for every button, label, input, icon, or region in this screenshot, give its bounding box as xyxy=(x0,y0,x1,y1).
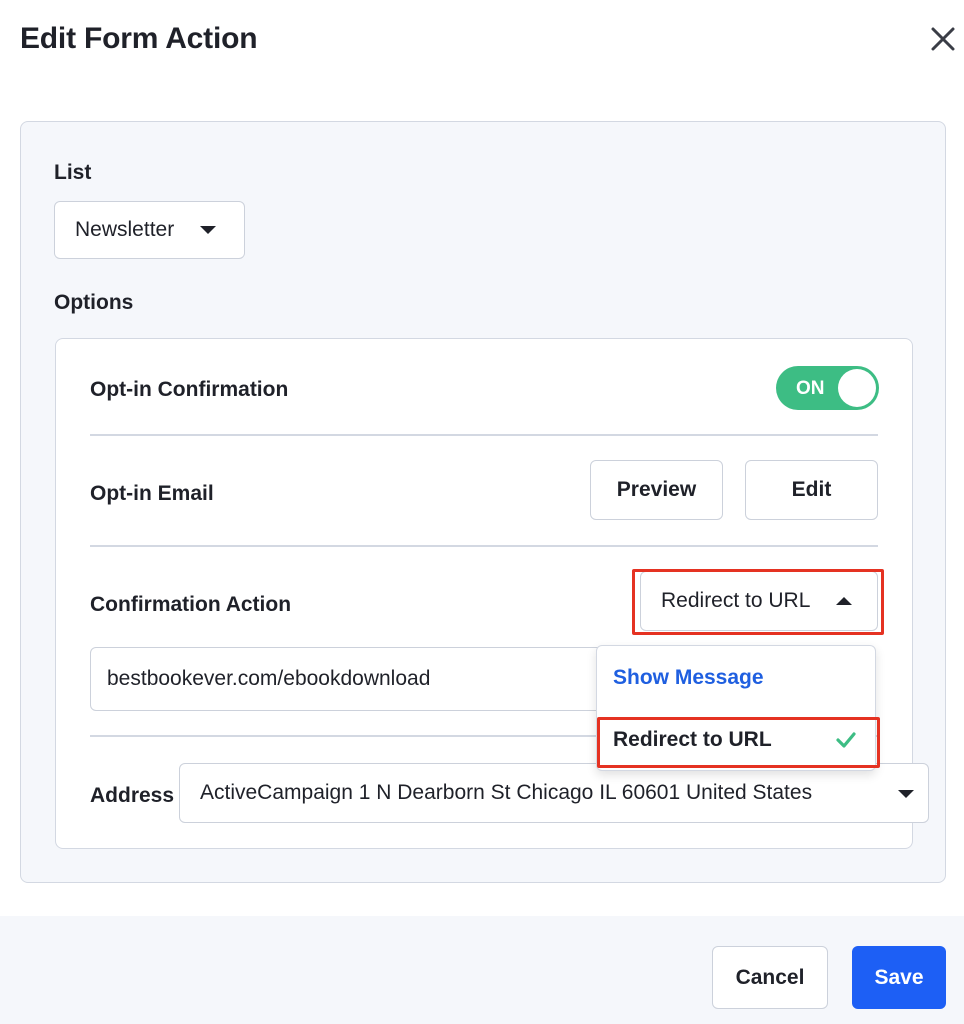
toggle-text: ON xyxy=(796,378,825,399)
confirmation-action-select[interactable]: Redirect to URL xyxy=(640,571,878,631)
chevron-down-icon xyxy=(898,790,914,798)
divider xyxy=(90,434,878,436)
divider xyxy=(90,545,878,547)
chevron-down-icon xyxy=(200,226,217,234)
confirmation-action-label: Confirmation Action xyxy=(90,593,292,616)
preview-button[interactable]: Preview xyxy=(590,460,723,520)
list-label: List xyxy=(54,161,92,184)
menu-item-label: Redirect to URL xyxy=(613,728,772,751)
options-label: Options xyxy=(54,291,134,314)
save-button[interactable]: Save xyxy=(852,946,946,1009)
chevron-up-icon xyxy=(836,597,853,605)
redirect-url-input[interactable] xyxy=(90,647,610,711)
address-label: Address xyxy=(90,784,175,807)
options-box: Opt-in Confirmation ON Opt-in Email Prev… xyxy=(55,338,929,849)
opt-in-confirmation-label: Opt-in Confirmation xyxy=(90,378,289,401)
address-select[interactable]: ActiveCampaign 1 N Dearborn St Chicago I… xyxy=(179,763,929,823)
list-select-value: Newsletter xyxy=(75,218,175,241)
menu-item-redirect-to-url[interactable]: Redirect to URL xyxy=(597,712,875,768)
edit-button[interactable]: Edit xyxy=(745,460,878,520)
menu-item-show-message[interactable]: Show Message xyxy=(597,650,875,706)
opt-in-confirmation-toggle[interactable]: ON xyxy=(776,366,879,410)
close-icon xyxy=(931,27,955,51)
opt-in-email-label: Opt-in Email xyxy=(90,482,214,505)
check-icon xyxy=(836,732,856,748)
confirmation-action-value: Redirect to URL xyxy=(661,589,811,612)
address-select-value: ActiveCampaign 1 N Dearborn St Chicago I… xyxy=(200,781,813,804)
close-button[interactable] xyxy=(928,24,962,54)
list-select[interactable]: Newsletter xyxy=(54,201,245,259)
toggle-knob xyxy=(838,369,876,407)
modal-title: Edit Form Action xyxy=(20,22,258,55)
modal-footer: Cancel Save xyxy=(0,916,964,1024)
confirmation-action-menu: Show Message Redirect to URL xyxy=(596,645,876,771)
cancel-button[interactable]: Cancel xyxy=(712,946,828,1009)
